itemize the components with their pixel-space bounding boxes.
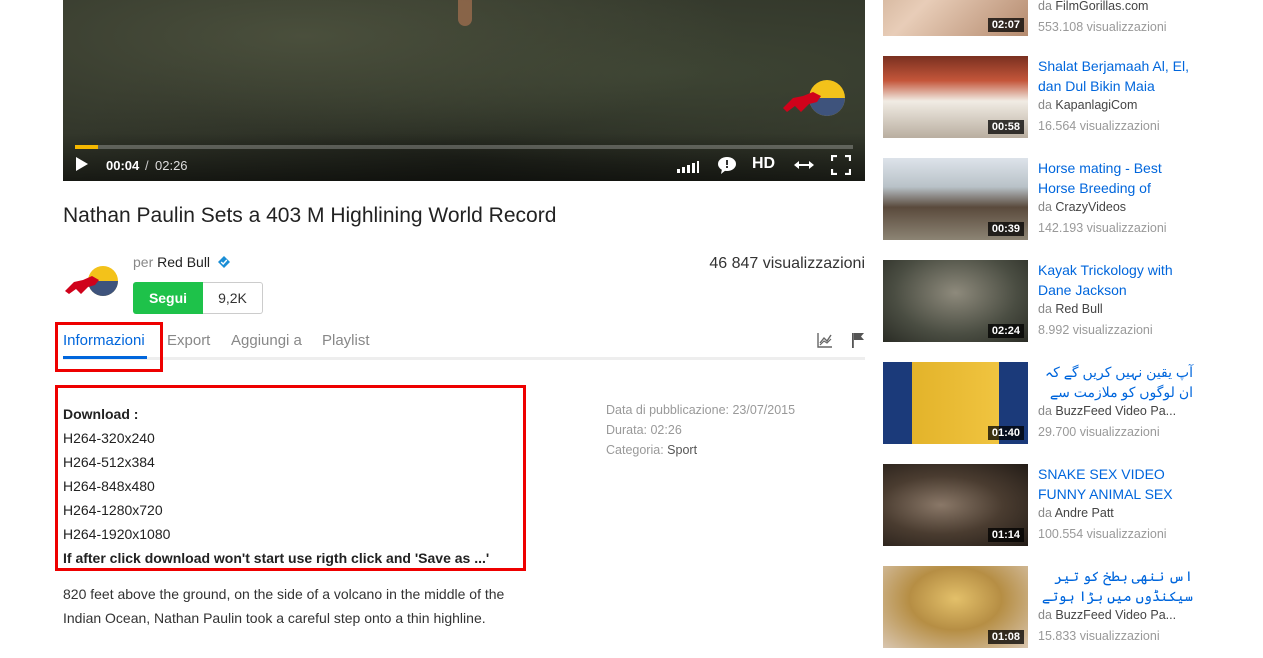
- duration-value: 02:26: [650, 423, 682, 437]
- published-label: Data di pubblicazione:: [606, 403, 729, 417]
- download-section: Download : H264-320x240 H264-512x384 H26…: [63, 402, 518, 570]
- expand-width-icon[interactable]: [793, 155, 815, 175]
- duration-badge: 02:24: [987, 324, 1024, 338]
- fullscreen-icon[interactable]: [831, 155, 851, 175]
- per-label: per: [133, 254, 154, 270]
- related-views: 15.833 visualizzazioni: [1038, 629, 1160, 643]
- related-author: da Red Bull: [1038, 302, 1103, 316]
- related-item[interactable]: 01:14 SNAKE SEX VIDEO FUNNY ANIMAL SEX d…: [883, 464, 1203, 546]
- video-title: Nathan Paulin Sets a 403 M Highlining Wo…: [63, 204, 557, 227]
- related-title[interactable]: آپ یقین نہیں کریں گے کہ ان لوگوں کو ملاز…: [1038, 362, 1193, 402]
- related-author: da CrazyVideos: [1038, 200, 1127, 214]
- video-description: 820 feet above the ground, on the side o…: [63, 586, 505, 626]
- related-title[interactable]: SNAKE SEX VIDEO FUNNY ANIMAL SEX: [1038, 464, 1193, 504]
- video-player[interactable]: 00:04 / 02:26 HD: [63, 0, 865, 181]
- related-thumbnail[interactable]: 00:58: [883, 56, 1028, 138]
- player-controls: 00:04 / 02:26 HD: [63, 133, 865, 181]
- related-thumbnail[interactable]: 02:24: [883, 260, 1028, 342]
- category-link[interactable]: Sport: [667, 443, 697, 457]
- related-item[interactable]: 01:08 اس ننھی بطخ کو تیر سیکنڈوں میں بڑا…: [883, 566, 1203, 648]
- stats-chart-icon[interactable]: [817, 332, 833, 348]
- related-author: da BuzzFeed Video Pa...: [1038, 404, 1177, 418]
- time-total: 02:26: [155, 158, 188, 173]
- time-separator: /: [145, 158, 149, 173]
- follow-button[interactable]: Segui: [133, 282, 203, 314]
- video-meta: Data di pubblicazione: 23/07/2015 Durata…: [606, 400, 795, 460]
- duration-badge: 01:40: [987, 426, 1024, 440]
- download-format-link[interactable]: H264-512x384: [63, 450, 518, 474]
- highlight-box-tab: [55, 322, 163, 372]
- published-value: 23/07/2015: [732, 403, 796, 417]
- duration-label: Durata:: [606, 423, 647, 437]
- related-author: da KapanlagiCom: [1038, 98, 1138, 112]
- play-icon[interactable]: [75, 157, 89, 171]
- related-views: 29.700 visualizzazioni: [1038, 425, 1160, 439]
- progress-fill: [75, 145, 99, 149]
- related-author: da BuzzFeed Video Pa...: [1038, 608, 1177, 622]
- related-title[interactable]: Horse mating - Best Horse Breeding of: [1038, 158, 1193, 198]
- view-count: 46 847 visualizzazioni: [709, 255, 865, 272]
- channel-byline: per Red Bull: [133, 254, 230, 270]
- progress-bar[interactable]: [75, 145, 853, 149]
- duration-badge: 00:58: [987, 120, 1024, 134]
- tab-export[interactable]: Export: [167, 332, 210, 349]
- tab-actions: [817, 332, 865, 348]
- related-author: da Andre Patt: [1038, 506, 1114, 520]
- related-thumbnail[interactable]: 02:07: [883, 0, 1028, 36]
- subtitles-icon[interactable]: [717, 155, 737, 175]
- download-note: If after click download won't start use …: [63, 550, 490, 566]
- download-format-link[interactable]: H264-320x240: [63, 426, 518, 450]
- red-bull-watermark-logo: [783, 80, 845, 116]
- tab-bar: Informazioni Export Aggiungi a Playlist: [63, 332, 865, 360]
- download-format-link[interactable]: H264-1920x1080: [63, 522, 518, 546]
- download-format-link[interactable]: H264-1280x720: [63, 498, 518, 522]
- related-thumbnail[interactable]: 01:40: [883, 362, 1028, 444]
- duration-badge: 01:14: [987, 528, 1024, 542]
- related-item[interactable]: 00:58 Shalat Berjamaah Al, El, dan Dul B…: [883, 56, 1203, 138]
- related-thumbnail[interactable]: 00:39: [883, 158, 1028, 240]
- related-item[interactable]: 02:24 Kayak Trickology with Dane Jackson…: [883, 260, 1203, 342]
- related-views: 553.108 visualizzazioni: [1038, 20, 1167, 34]
- related-item[interactable]: 02:07 da FilmGorillas.com 553.108 visual…: [883, 0, 1203, 36]
- related-views: 142.193 visualizzazioni: [1038, 221, 1167, 235]
- related-item[interactable]: 00:39 Horse mating - Best Horse Breeding…: [883, 158, 1203, 240]
- verified-icon: [217, 256, 230, 268]
- duration-badge: 02:07: [987, 18, 1024, 32]
- category-label: Categoria:: [606, 443, 664, 457]
- duration-badge: 00:39: [987, 222, 1024, 236]
- related-views: 16.564 visualizzazioni: [1038, 119, 1160, 133]
- related-title[interactable]: اس ننھی بطخ کو تیر سیکنڈوں میں بڑا ہوتے: [1038, 566, 1193, 606]
- related-thumbnail[interactable]: 01:14: [883, 464, 1028, 546]
- related-views: 8.992 visualizzazioni: [1038, 323, 1153, 337]
- flag-icon[interactable]: [851, 332, 865, 348]
- tab-aggiungi-a[interactable]: Aggiungi a: [231, 332, 302, 349]
- related-title[interactable]: Kayak Trickology with Dane Jackson: [1038, 260, 1193, 300]
- follower-count: 9,2K: [203, 282, 263, 314]
- related-thumbnail[interactable]: 01:08: [883, 566, 1028, 648]
- related-item[interactable]: 01:40 آپ یقین نہیں کریں گے کہ ان لوگوں ک…: [883, 362, 1203, 444]
- channel-avatar[interactable]: [63, 263, 121, 301]
- duration-badge: 01:08: [987, 630, 1024, 644]
- time-current: 00:04: [106, 158, 140, 173]
- channel-name-link[interactable]: Red Bull: [157, 254, 210, 270]
- hd-button[interactable]: HD: [752, 155, 775, 175]
- follow-group: Segui 9,2K: [133, 282, 263, 314]
- tab-playlist[interactable]: Playlist: [322, 332, 370, 349]
- quality-bars-icon[interactable]: [677, 155, 699, 175]
- related-views: 100.554 visualizzazioni: [1038, 527, 1167, 541]
- download-heading: Download :: [63, 406, 139, 422]
- related-author: da FilmGorillas.com: [1038, 0, 1149, 13]
- download-format-link[interactable]: H264-848x480: [63, 474, 518, 498]
- related-title[interactable]: Shalat Berjamaah Al, El, dan Dul Bikin M…: [1038, 56, 1193, 96]
